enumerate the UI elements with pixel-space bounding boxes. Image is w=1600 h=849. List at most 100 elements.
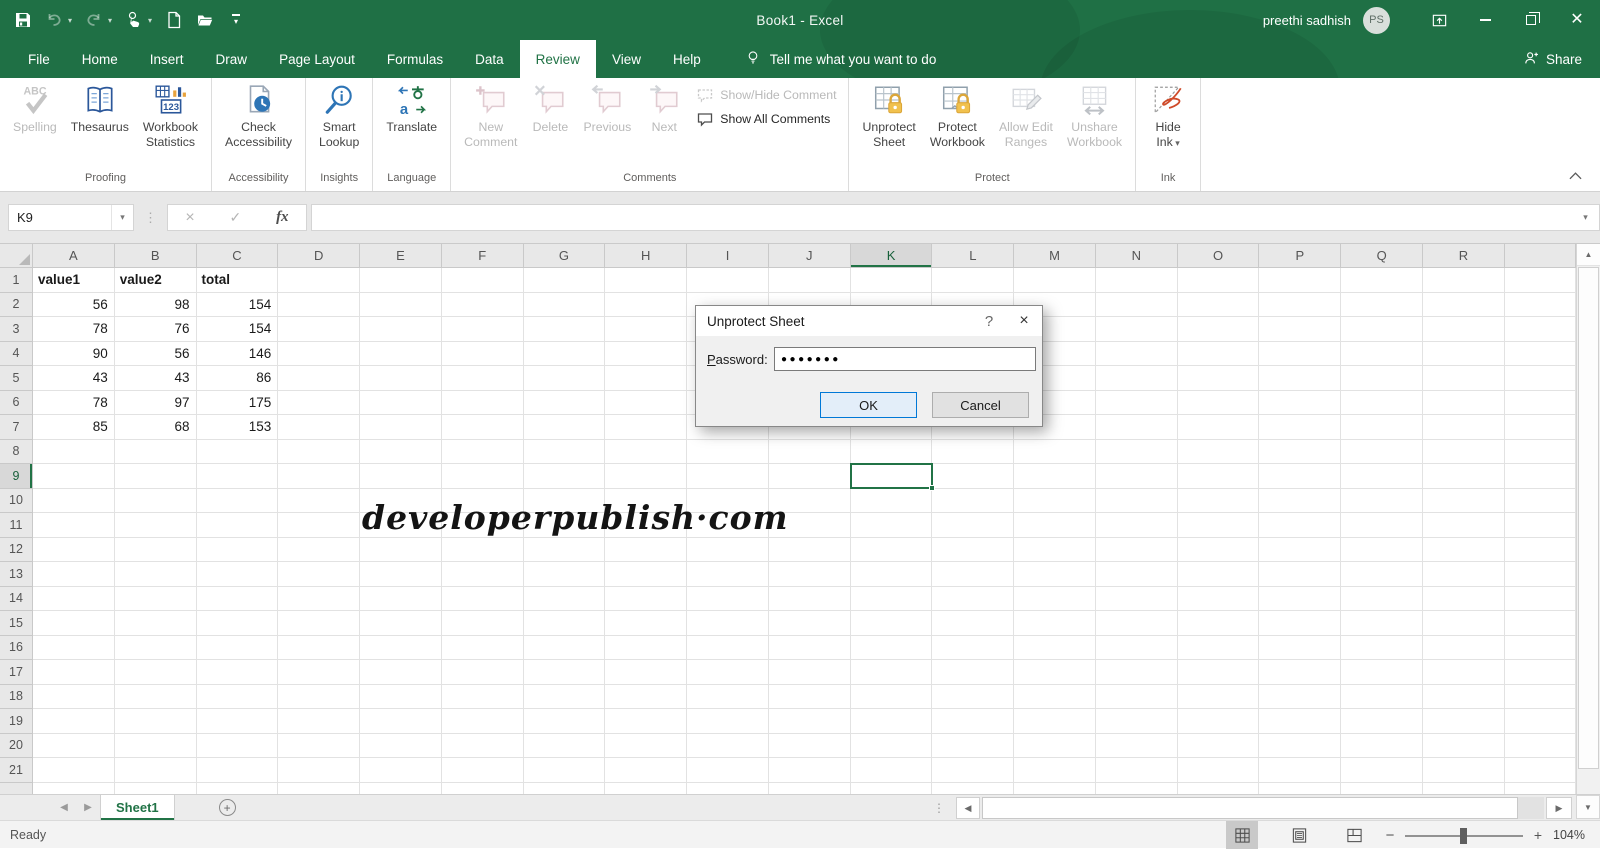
cell-F22[interactable] <box>442 782 524 794</box>
cell-G2[interactable] <box>523 292 606 317</box>
cell-x8[interactable] <box>1504 439 1576 464</box>
cell-M12[interactable] <box>1014 537 1096 562</box>
cell-H22[interactable] <box>605 782 688 794</box>
cell-E17[interactable] <box>360 660 442 685</box>
cell-J19[interactable] <box>768 709 851 734</box>
cell-E19[interactable] <box>360 709 442 734</box>
cell-C7[interactable]: 153 <box>196 415 279 440</box>
row-header-2[interactable]: 2 <box>0 292 33 317</box>
tab-insert[interactable]: Insert <box>134 40 200 78</box>
cell-I19[interactable] <box>687 709 769 734</box>
dialog-close-icon[interactable]: × <box>1006 306 1042 336</box>
active-cell-k9[interactable] <box>849 463 935 491</box>
cell-A12[interactable] <box>33 537 115 562</box>
cell-J1[interactable] <box>768 268 851 293</box>
column-header-r[interactable]: R <box>1423 244 1505 268</box>
cell-R6[interactable] <box>1423 390 1505 415</box>
cell-N17[interactable] <box>1095 660 1178 685</box>
cell-Q11[interactable] <box>1341 513 1424 538</box>
cell-D16[interactable] <box>278 635 361 660</box>
cell-H7[interactable] <box>605 415 688 440</box>
column-header-e[interactable]: E <box>360 244 442 268</box>
cell-N21[interactable] <box>1095 758 1178 783</box>
cell-D19[interactable] <box>278 709 361 734</box>
cell-B9[interactable] <box>114 464 197 489</box>
redo-icon[interactable] <box>85 11 103 29</box>
cell-J9[interactable] <box>768 464 851 489</box>
cell-x11[interactable] <box>1504 513 1576 538</box>
cell-B14[interactable] <box>114 586 197 611</box>
cell-P20[interactable] <box>1259 733 1342 758</box>
horizontal-scrollbar[interactable] <box>982 797 1544 819</box>
zoom-in-icon[interactable]: + <box>1528 821 1548 849</box>
cell-K22[interactable] <box>851 782 933 794</box>
cell-B4[interactable]: 56 <box>114 341 197 366</box>
cell-I13[interactable] <box>687 562 769 587</box>
cell-B8[interactable] <box>114 439 197 464</box>
select-all-corner[interactable] <box>0 244 33 268</box>
cell-B1[interactable]: value2 <box>114 268 197 293</box>
row-header-3[interactable]: 3 <box>0 317 33 342</box>
row-header-21[interactable]: 21 <box>0 758 33 783</box>
cell-C14[interactable] <box>196 586 279 611</box>
cell-F8[interactable] <box>441 439 524 464</box>
cell-x3[interactable] <box>1504 317 1576 342</box>
cell-O10[interactable] <box>1177 488 1260 513</box>
cell-x10[interactable] <box>1504 488 1576 513</box>
cell-P5[interactable] <box>1259 366 1342 391</box>
cell-F20[interactable] <box>441 733 524 758</box>
cell-P22[interactable] <box>1259 782 1342 794</box>
cell-C11[interactable] <box>196 513 279 538</box>
cell-G18[interactable] <box>523 684 606 709</box>
cell-A3[interactable]: 78 <box>33 317 115 342</box>
cell-H17[interactable] <box>605 660 688 685</box>
cell-P12[interactable] <box>1259 537 1342 562</box>
cell-P18[interactable] <box>1259 684 1342 709</box>
cell-L8[interactable] <box>932 439 1015 464</box>
close-button[interactable]: ✕ <box>1554 0 1600 40</box>
cell-N7[interactable] <box>1095 415 1178 440</box>
cell-E7[interactable] <box>360 415 442 440</box>
column-header-o[interactable]: O <box>1177 244 1260 268</box>
page-layout-view-button[interactable] <box>1283 821 1315 849</box>
cell-x20[interactable] <box>1504 733 1576 758</box>
cell-D9[interactable] <box>278 464 361 489</box>
name-box-caret-icon[interactable]: ▾ <box>111 205 133 230</box>
cell-Q18[interactable] <box>1341 684 1424 709</box>
cell-L13[interactable] <box>932 562 1015 587</box>
row-header-14[interactable]: 14 <box>0 586 33 611</box>
cell-B15[interactable] <box>114 611 197 636</box>
cell-O21[interactable] <box>1177 758 1260 783</box>
cell-E14[interactable] <box>360 586 442 611</box>
cell-Q14[interactable] <box>1341 586 1424 611</box>
cell-A11[interactable] <box>33 513 115 538</box>
hscroll-right-icon[interactable]: ▶ <box>1546 797 1572 819</box>
cell-M8[interactable] <box>1014 439 1096 464</box>
cell-P13[interactable] <box>1259 562 1342 587</box>
cell-R3[interactable] <box>1423 317 1505 342</box>
row-header-1[interactable]: 1 <box>0 268 33 293</box>
cell-O4[interactable] <box>1177 341 1260 366</box>
cell-K13[interactable] <box>850 562 933 587</box>
cell-L16[interactable] <box>932 635 1015 660</box>
cell-E8[interactable] <box>360 439 442 464</box>
cell-P7[interactable] <box>1259 415 1342 440</box>
column-header-h[interactable]: H <box>605 244 688 268</box>
tell-me-box[interactable]: Tell me what you want to do <box>745 40 936 78</box>
cell-A13[interactable] <box>33 562 115 587</box>
cell-R1[interactable] <box>1423 268 1505 293</box>
prev-sheet-icon[interactable]: ◀ <box>52 795 76 820</box>
vertical-scrollbar[interactable]: ▲ <box>1576 244 1600 794</box>
cell-M1[interactable] <box>1014 268 1096 293</box>
cell-H13[interactable] <box>605 562 688 587</box>
zoom-slider-thumb[interactable] <box>1460 827 1467 844</box>
cell-H21[interactable] <box>605 758 688 783</box>
cell-O11[interactable] <box>1177 513 1260 538</box>
touch-mode-caret-icon[interactable]: ▾ <box>148 16 152 25</box>
cell-N19[interactable] <box>1095 709 1178 734</box>
cell-O5[interactable] <box>1177 366 1260 391</box>
normal-view-button[interactable] <box>1226 821 1258 849</box>
cell-F5[interactable] <box>441 366 524 391</box>
cell-A7[interactable]: 85 <box>33 415 115 440</box>
cell-R16[interactable] <box>1423 635 1505 660</box>
